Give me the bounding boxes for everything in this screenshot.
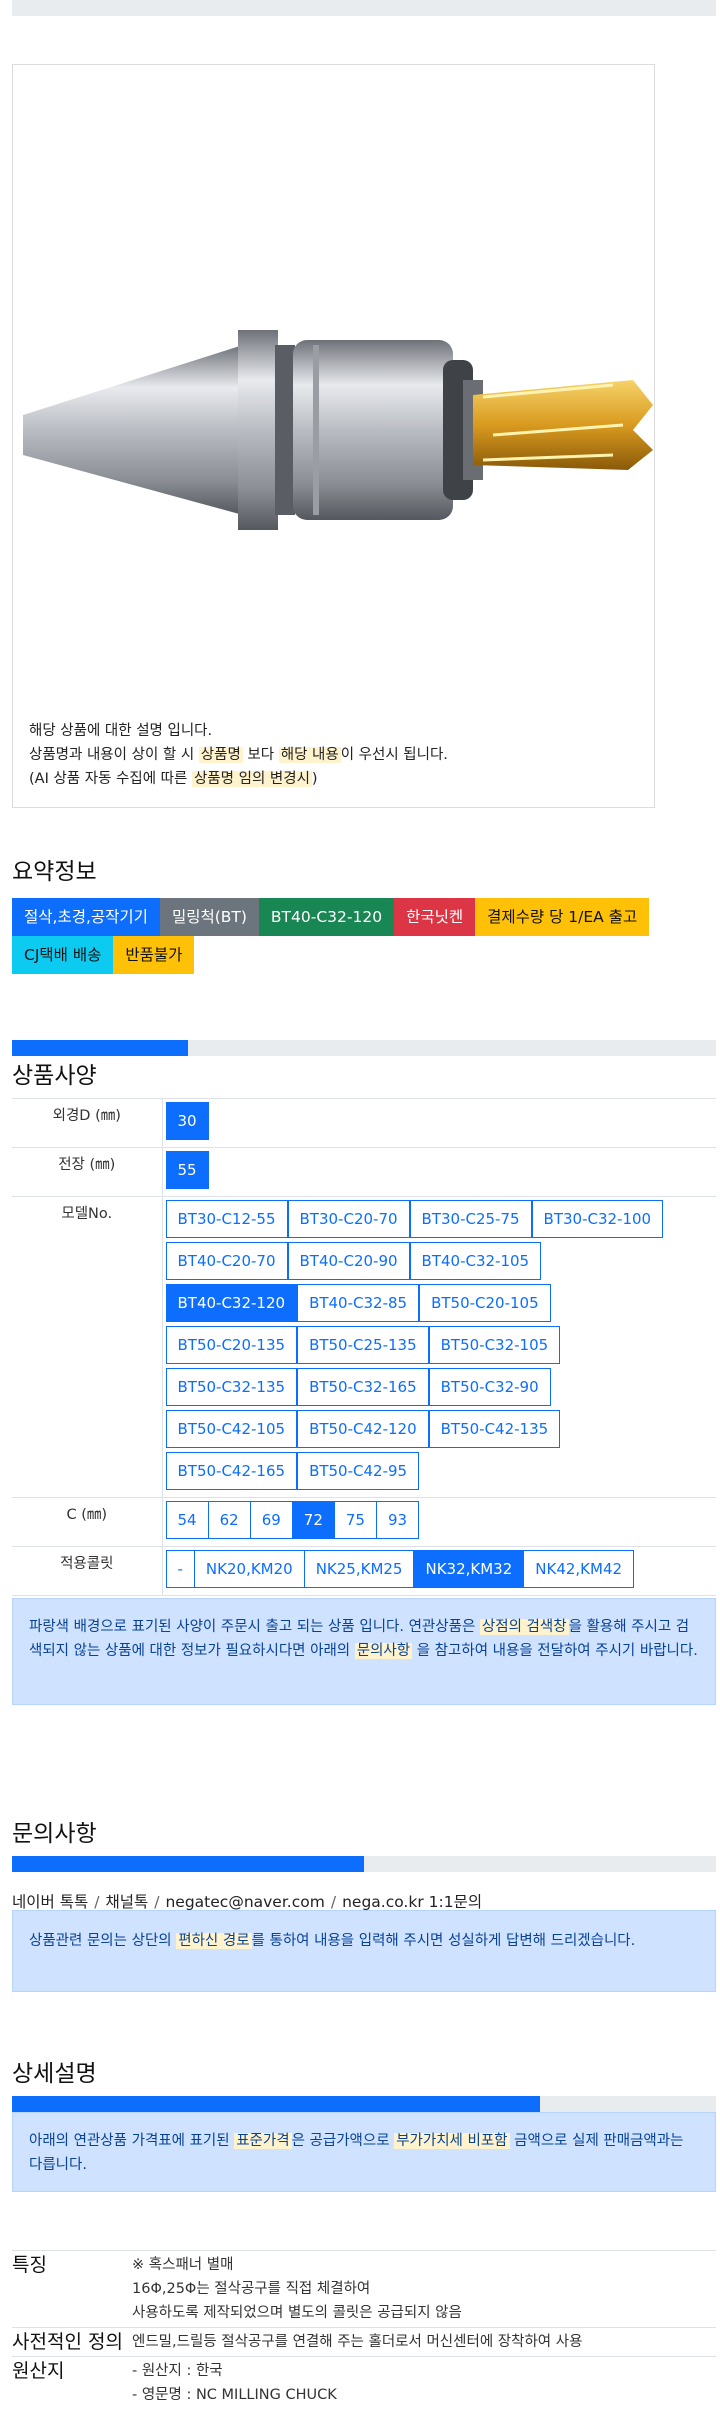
summary-badge: 절삭,초경,공작기기 — [12, 898, 160, 936]
contact-link[interactable]: 채널톡 — [105, 1893, 148, 1911]
detail-line: - 원산지 : 한국 — [132, 2363, 223, 2379]
detail-line: - 영문명 : NC MILLING CHUCK — [132, 2387, 337, 2403]
spec-option-button[interactable]: NK20,KM20 — [193, 1550, 305, 1588]
spec-option-button[interactable]: BT50-C20-105 — [419, 1284, 551, 1322]
spec-option-button[interactable]: BT50-C42-165 — [165, 1452, 298, 1490]
spec-progress — [12, 1040, 716, 1056]
spec-label: 모델No. — [12, 1196, 163, 1498]
spec-option-button[interactable]: BT50-C32-90 — [428, 1368, 551, 1406]
inquiry-title: 문의사항 — [12, 1821, 97, 1847]
spec-label: C (㎜) — [12, 1497, 163, 1547]
spec-option-button[interactable]: BT30-C32-100 — [531, 1200, 664, 1238]
desc-line-3: (AI 상품 자동 수집에 따른 상품명 임의 변경시) — [29, 771, 318, 787]
spec-label: 외경D (㎜) — [12, 1098, 163, 1148]
detail-label: 특징 — [12, 2250, 132, 2328]
spec-option-button[interactable]: 93 — [375, 1501, 420, 1539]
spec-option-button[interactable]: BT40-C32-85 — [297, 1284, 420, 1322]
details-progress — [12, 2096, 716, 2112]
spec-option-button[interactable]: 54 — [165, 1501, 209, 1539]
summary-badge: BT40-C32-120 — [258, 898, 395, 936]
spec-table: 외경D (㎜) 30 전장 (㎜) 55 모델No. BT30-C12-55 BT30-C2… — [12, 1098, 716, 1596]
spec-option-button[interactable]: BT50-C32-135 — [165, 1368, 298, 1406]
spec-option-button[interactable]: BT30-C20-70 — [287, 1200, 410, 1238]
contact-link[interactable]: 네이버 톡톡 — [12, 1893, 88, 1911]
details-notice: 아래의 연관상품 가격표에 표기된 표준가격 은 공급가액으로 부가가치세 비포함… — [12, 2112, 716, 2192]
summary-badge: 결제수량 당 1/EA 출고 — [475, 898, 650, 936]
spec-option-button[interactable]: 69 — [249, 1501, 293, 1539]
spec-option-button[interactable]: BT30-C25-75 — [409, 1200, 532, 1238]
detail-line: 16Φ,25Φ는 절삭공구를 직접 체결하여 — [132, 2281, 371, 2297]
spec-option-button[interactable]: BT40-C32-120 — [165, 1284, 298, 1322]
detail-line: ※ 혹스패너 별매 — [132, 2257, 234, 2273]
spec-option-button[interactable]: BT50-C42-105 — [165, 1410, 298, 1448]
spec-option-button[interactable]: BT50-C42-120 — [297, 1410, 429, 1448]
spec-option-button[interactable]: BT50-C32-105 — [428, 1326, 561, 1364]
spec-title: 상품사양 — [12, 1063, 97, 1089]
contact-list: 네이버 톡톡 / 채널톡 / negatec@naver.com / nega.co.kr … — [12, 1893, 483, 1911]
top-bar — [12, 0, 716, 16]
product-image — [23, 330, 653, 530]
spec-option-button[interactable]: - — [165, 1550, 195, 1588]
spec-option-button[interactable]: 62 — [207, 1501, 251, 1539]
inquiry-progress — [12, 1856, 716, 1872]
spec-option-button[interactable]: BT50-C42-95 — [297, 1452, 420, 1490]
spec-option-button[interactable]: BT50-C20-135 — [165, 1326, 298, 1364]
spec-option-button[interactable]: BT50-C25-135 — [297, 1326, 429, 1364]
summary-badge: 한국닛켄 — [394, 898, 476, 936]
spec-option-button[interactable]: BT40-C32-105 — [409, 1242, 542, 1280]
spec-option-button[interactable]: BT30-C12-55 — [165, 1200, 288, 1238]
spec-option-button[interactable]: BT40-C20-70 — [165, 1242, 288, 1280]
spec-label: 전장 (㎜) — [12, 1147, 163, 1197]
detail-label: 사전적인 정의 — [12, 2327, 132, 2357]
spec-option-button[interactable]: 75 — [333, 1501, 377, 1539]
product-image-box: 해당 상품에 대한 설명 입니다. 상품명과 내용이 상이 할 시 상품명 보다… — [12, 64, 655, 808]
spec-option-button[interactable]: 72 — [291, 1501, 335, 1539]
detail-label: 원산지 — [12, 2356, 132, 2409]
detail-line: 엔드밀,드릴등 절삭공구를 연결해 주는 홀더로서 머신센터에 장착하여 사용 — [132, 2334, 583, 2350]
summary-badge: 반품불가 — [113, 936, 195, 974]
spec-option-button[interactable]: NK25,KM25 — [303, 1550, 415, 1588]
summary-badges: 절삭,초경,공작기기 밀링척(BT) BT40-C32-120 한국닛켄 결제수량 당 … — [12, 898, 712, 974]
desc-line-2: 상품명과 내용이 상이 할 시 상품명 보다 해당 내용 이 우선시 됩니다. — [29, 747, 448, 763]
detail-line: 사용하도록 제작되었으며 별도의 콜릿은 공급되지 않음 — [132, 2305, 462, 2321]
summary-badge: CJ택배 배송 — [12, 936, 114, 974]
spec-label: 적용콜릿 — [12, 1546, 163, 1596]
summary-title: 요약정보 — [12, 859, 97, 885]
spec-option-button[interactable]: NK32,KM32 — [413, 1550, 525, 1588]
desc-line-1: 해당 상품에 대한 설명 입니다. — [29, 723, 213, 739]
spec-option-button[interactable]: NK42,KM42 — [523, 1550, 635, 1588]
detail-table: 특징 ※ 혹스패너 별매 16Φ,25Φ는 절삭공구를 직접 체결하여사용하도록 제… — [12, 2250, 716, 2409]
spec-option-button[interactable]: 55 — [165, 1151, 209, 1189]
summary-badge: 밀링척(BT) — [159, 898, 259, 936]
inquiry-notice: 상품관련 문의는 상단의 편하신 경로 를 통하여 내용을 입력해 주시면 성실하… — [12, 1910, 716, 1992]
spec-option-button[interactable]: BT50-C32-165 — [297, 1368, 429, 1406]
image-description: 해당 상품에 대한 설명 입니다. 상품명과 내용이 상이 할 시 상품명 보다… — [29, 719, 448, 791]
contact-link[interactable]: negatec@naver.com — [165, 1893, 324, 1911]
spec-option-button[interactable]: BT40-C20-90 — [287, 1242, 410, 1280]
details-title: 상세설명 — [12, 2061, 97, 2087]
spec-option-button[interactable]: 30 — [165, 1102, 209, 1140]
spec-option-button[interactable]: BT50-C42-135 — [428, 1410, 561, 1448]
contact-link[interactable]: nega.co.kr 1:1문의 — [342, 1893, 482, 1911]
spec-notice: 파랑색 배경으로 표기된 사양이 주문시 출고 되는 상품 입니다. 연관상품은… — [12, 1598, 716, 1705]
